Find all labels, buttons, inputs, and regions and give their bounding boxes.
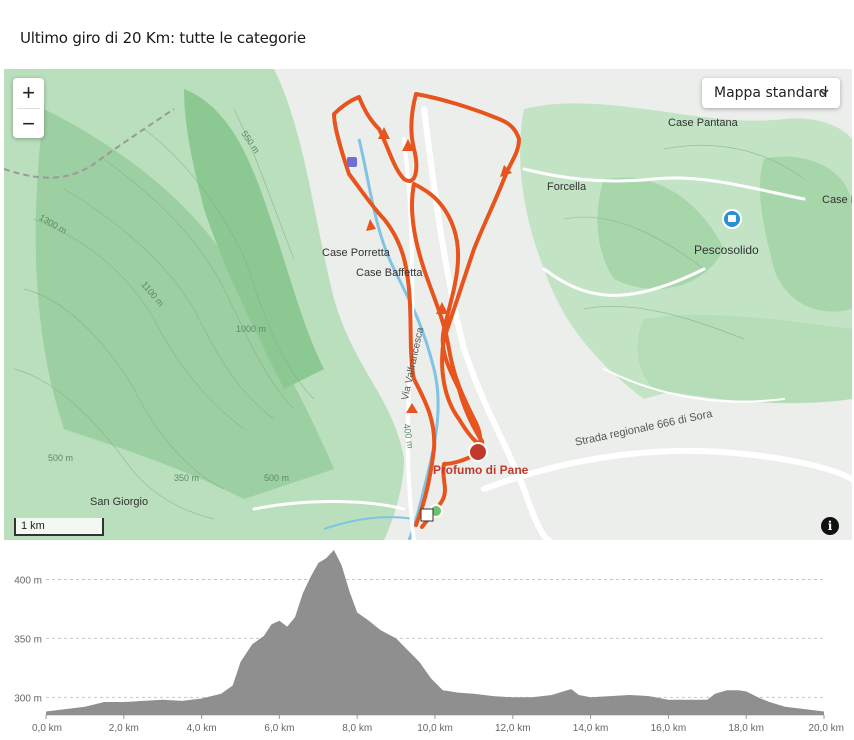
finish-flag-icon[interactable] xyxy=(420,508,434,522)
cafe-icon[interactable] xyxy=(468,442,488,462)
map-style-label: Mappa standard xyxy=(714,85,828,101)
place-label: Case Porretta xyxy=(322,247,390,259)
scale-label: 1 km xyxy=(21,520,45,532)
contour-label: 1000 m xyxy=(236,324,267,334)
y-tick-label: 400 m xyxy=(14,575,42,586)
place-label: Forcella xyxy=(547,181,587,193)
x-tick-label: 2,0 km xyxy=(109,723,139,734)
x-tick-label: 12,0 km xyxy=(495,723,531,734)
scale-bar: 1 km xyxy=(14,518,104,536)
contour-label: 500 m xyxy=(264,473,290,483)
place-label: Case F xyxy=(822,194,852,206)
info-icon[interactable]: i xyxy=(821,517,839,535)
x-tick-label: 8,0 km xyxy=(342,723,372,734)
place-label: Case Baffetta xyxy=(356,267,423,279)
x-tick-label: 6,0 km xyxy=(264,723,294,734)
y-tick-label: 300 m xyxy=(14,693,42,704)
contour-label: 500 m xyxy=(48,453,74,463)
x-tick-label: 16,0 km xyxy=(651,723,687,734)
place-label: San Giorgio xyxy=(90,496,149,508)
y-tick-label: 350 m xyxy=(14,634,42,645)
page-title: Ultimo giro di 20 Km: tutte le categorie xyxy=(20,29,306,47)
x-tick-label: 4,0 km xyxy=(187,723,217,734)
x-tick-label: 14,0 km xyxy=(573,723,609,734)
route-map[interactable]: Case Pantana Forcella Case F Pescosolido… xyxy=(4,69,852,540)
place-label: Case Pantana xyxy=(668,117,738,129)
chevron-down-icon xyxy=(819,89,829,96)
zoom-in-button[interactable]: + xyxy=(13,78,44,108)
zoom-out-button[interactable]: − xyxy=(13,109,44,139)
contour-label: 350 m xyxy=(174,473,200,483)
bus-stop-icon[interactable] xyxy=(347,157,357,167)
zoom-controls: + − xyxy=(13,78,44,138)
x-tick-label: 10,0 km xyxy=(417,723,453,734)
elevation-profile[interactable]: 400 m 350 m 300 m 0,0 km 2,0 km 4,0 km 6,0 km… xyxy=(0,545,854,740)
x-tick-label: 20,0 km xyxy=(808,723,844,734)
poi-label: Profumo di Pane xyxy=(433,463,529,477)
map-canvas xyxy=(4,69,852,540)
place-label: Pescosolido xyxy=(694,243,759,257)
x-tick-label: 18,0 km xyxy=(728,723,764,734)
elevation-area xyxy=(46,550,824,715)
x-tick-label: 0,0 km xyxy=(32,723,62,734)
map-style-select[interactable]: Mappa standard xyxy=(702,78,840,108)
forest-patch-south xyxy=(637,314,852,404)
